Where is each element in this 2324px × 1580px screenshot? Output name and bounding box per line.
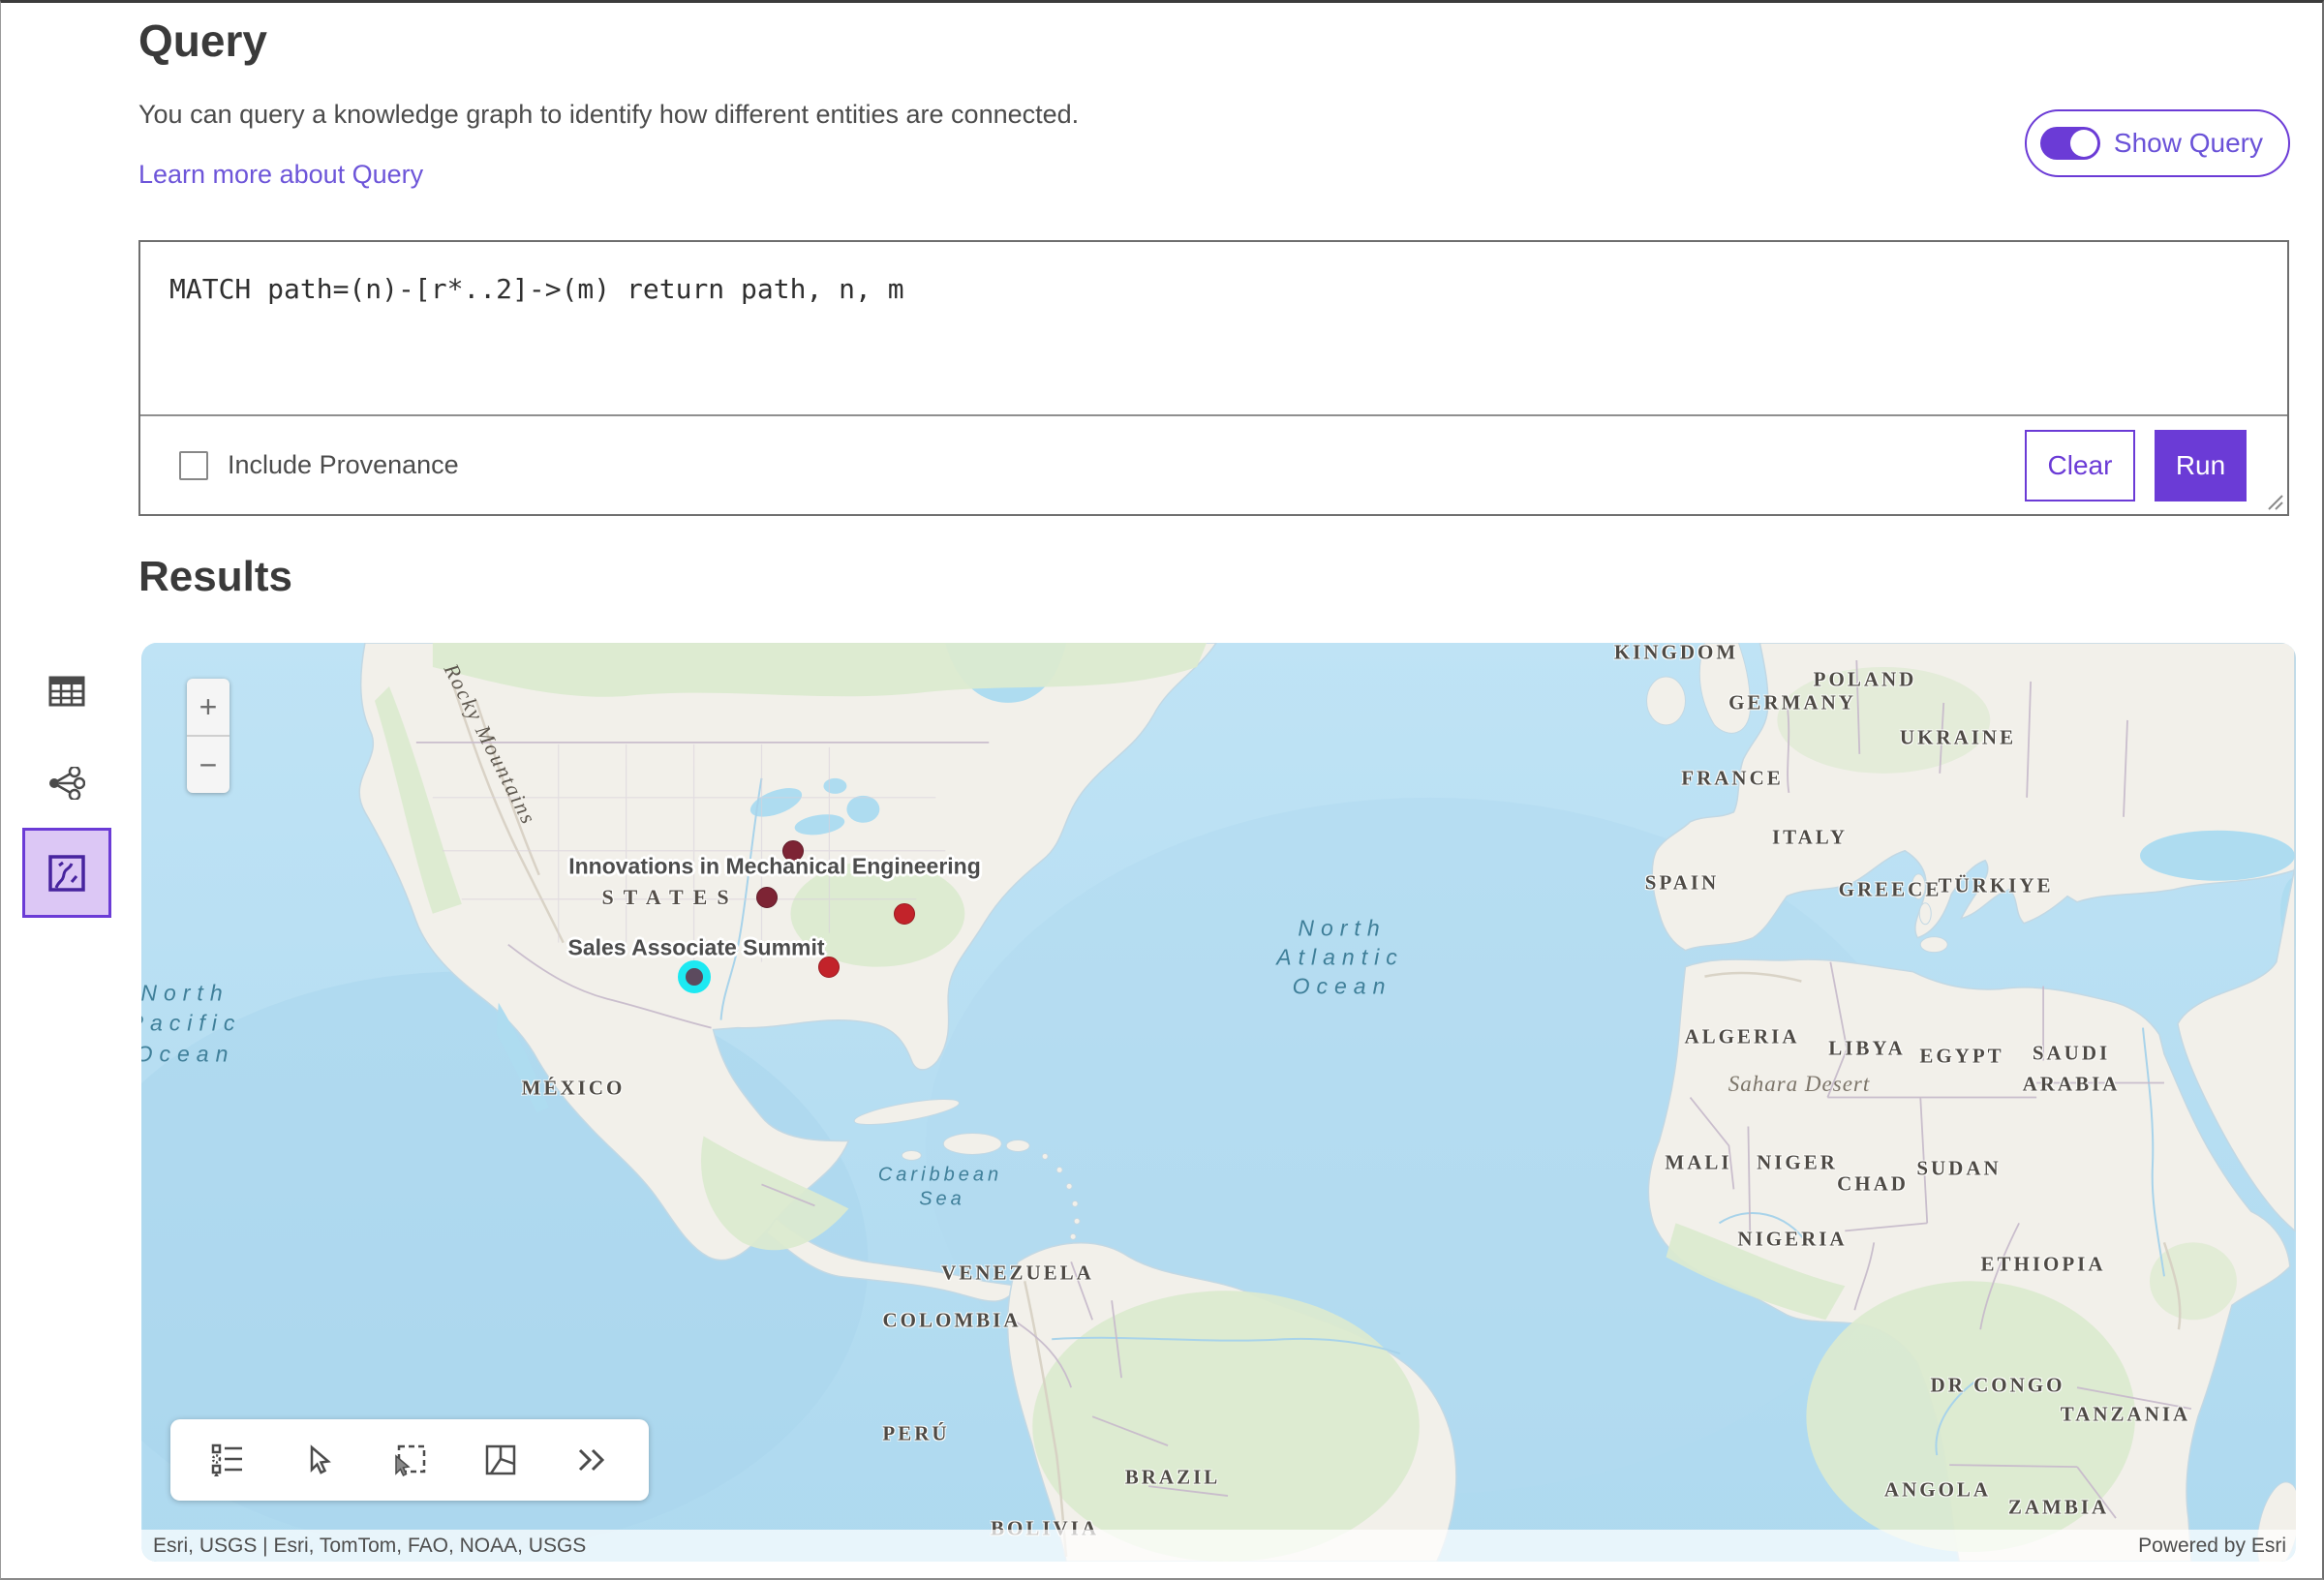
select-rectangle-button[interactable] [381,1431,439,1489]
map-label-ocean: Ocean [1293,974,1392,1000]
show-query-toggle[interactable]: Show Query [2025,109,2290,177]
results-title: Results [138,553,292,601]
map-label-rocky-mountains: Rocky Mountains [439,659,541,829]
map-label-ethiopia: ETHIOPIA [1980,1253,2105,1277]
query-panel: MATCH path=(n)-[r*..2]->(m) return path,… [138,240,2289,516]
map-label-egypt: EGYPT [1919,1045,2003,1069]
map-label-sea: Sea [919,1189,965,1211]
link-chart-icon [48,767,85,800]
map-label-mali: MALI [1665,1151,1731,1175]
query-page: Query You can query a knowledge graph to… [0,0,2324,1580]
select-polygon-icon [484,1443,517,1476]
map-label-atlantic: Atlantic [1276,945,1403,971]
legend-icon [210,1443,245,1477]
map-marker-red[interactable] [818,957,840,978]
legend-button[interactable] [199,1431,257,1489]
map-label-m-xico: MÉXICO [522,1077,626,1101]
map-label-caribbean: Caribbean [878,1165,1002,1187]
resize-grip-icon[interactable] [2265,492,2284,511]
map-label-niger: NIGER [1757,1151,1838,1175]
select-cursor-button[interactable] [290,1431,348,1489]
map-label-france: FRANCE [1681,767,1784,791]
query-textarea[interactable]: MATCH path=(n)-[r*..2]->(m) return path,… [140,242,2287,416]
toggle-knob [2070,130,2097,157]
map-label-dr-congo: DR CONGO [1931,1374,2065,1398]
map-label-angola: ANGOLA [1884,1478,1991,1503]
map-label-sudan: SUDAN [1916,1157,2001,1181]
map-label-spain: SPAIN [1645,871,1719,896]
map-toolbar [170,1419,649,1501]
view-table-button[interactable] [22,662,111,720]
view-link-chart-button[interactable] [22,754,111,812]
map-label-venezuela: VENEZUELA [941,1261,1094,1286]
map-label-kingdom: KINGDOM [1614,643,1738,665]
map-label-libya: LIBYA [1828,1037,1906,1061]
map-label-tanzania: TANZANIA [2061,1403,2190,1427]
map-label-ukraine: UKRAINE [1900,726,2016,750]
double-chevron-right-icon [575,1445,608,1474]
toggle-switch-icon[interactable] [2040,127,2100,160]
map-marker-maroon[interactable] [756,887,778,908]
map-label-arabia: ARABIA [2023,1073,2121,1097]
run-button[interactable]: Run [2155,430,2247,501]
map-label-sahara-desert: Sahara Desert [1728,1072,1871,1097]
include-provenance-checkbox[interactable] [179,451,208,480]
learn-more-link[interactable]: Learn more about Query [138,160,423,190]
show-query-label: Show Query [2114,128,2263,159]
map-label-ocean: Ocean [141,1042,234,1068]
toolbar-expand-button[interactable] [563,1431,621,1489]
map-label-germany: GERMANY [1728,691,1856,715]
query-panel-footer: Include Provenance Clear Run [140,416,2287,514]
table-icon [48,676,85,707]
map-label-saudi: SAUDI [2033,1042,2110,1066]
map-label-states: STATES [601,885,738,910]
map-label-greece: GREECE [1839,878,1942,902]
select-rectangle-icon [392,1443,427,1477]
view-map-button[interactable] [22,828,111,918]
clear-button[interactable]: Clear [2025,430,2135,501]
map-label-per-: PERÚ [882,1422,949,1446]
page-title: Query [138,15,267,67]
map-icon [46,853,87,894]
map-label-colombia: COLOMBIA [882,1309,1021,1333]
attribution-text: Esri, USGS | Esri, TomTom, FAO, NOAA, US… [141,1534,586,1558]
map-label-zambia: ZAMBIA [2008,1496,2109,1520]
map-label-brazil: BRAZIL [1125,1466,1221,1490]
map-label-t-rkiye: TÜRKIYE [1938,874,2053,898]
map-label-italy: ITALY [1772,826,1848,850]
map-label-nigeria: NIGERIA [1737,1228,1847,1252]
map-label-north: North [141,981,229,1007]
map-attribution-bar: Esri, USGS | Esri, TomTom, FAO, NOAA, US… [141,1530,2296,1562]
map-label-algeria: ALGERIA [1684,1025,1799,1049]
results-map[interactable]: + − KINGDOMPOLANDGERMANYUKRAINEFRANCEITA… [141,643,2296,1562]
result-feature-label: Sales Associate Summit [567,935,824,961]
page-description: You can query a knowledge graph to ident… [138,100,1079,130]
map-marker-selected[interactable] [678,960,711,993]
map-label-pacific: Pacific [141,1011,241,1037]
map-marker-red[interactable] [894,903,915,925]
map-label-chad: CHAD [1837,1172,1909,1197]
results-view-switcher [22,662,111,918]
cursor-icon [303,1444,334,1475]
powered-by-esri: Powered by Esri [2138,1534,2296,1558]
map-label-poland: POLAND [1814,668,1917,692]
select-polygon-button[interactable] [472,1431,530,1489]
include-provenance-label: Include Provenance [228,450,459,480]
map-marker-maroon[interactable] [782,840,804,862]
map-label-north: North [1298,916,1386,942]
result-feature-label: Innovations in Mechanical Engineering [568,854,981,880]
